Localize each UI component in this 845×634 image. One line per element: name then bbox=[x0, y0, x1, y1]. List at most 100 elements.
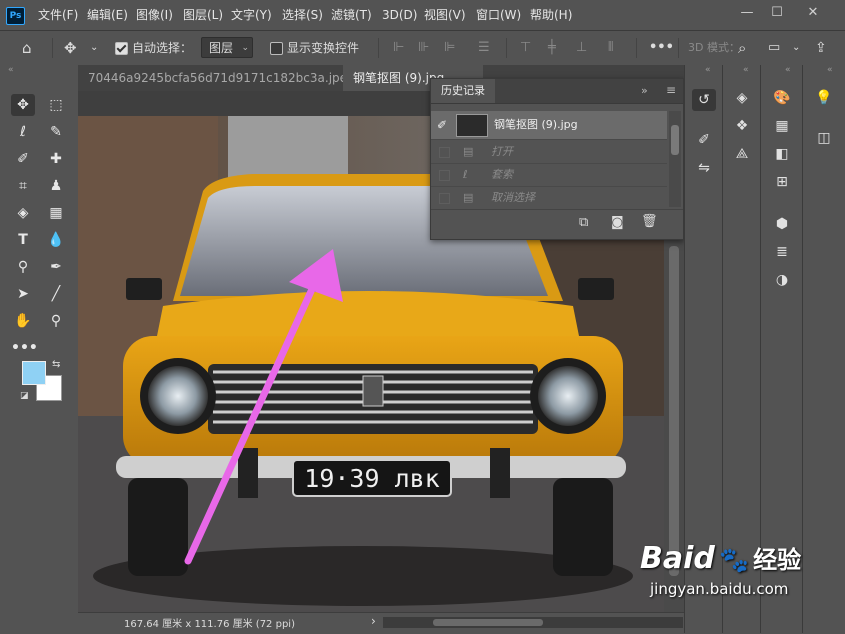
brushes-panel-icon[interactable]: ✐ bbox=[692, 129, 716, 151]
layers-panel-icon[interactable]: ◈ bbox=[730, 87, 754, 109]
align-right-icon[interactable]: ⊫ bbox=[444, 31, 455, 65]
snapshot-label: 钢笔抠图 (9).jpg bbox=[494, 118, 578, 131]
properties-panel-icon[interactable]: ≣ bbox=[770, 241, 794, 263]
3d-panel-icon[interactable]: ⬢ bbox=[770, 213, 794, 235]
align-top-icon[interactable]: ⊤ bbox=[520, 31, 531, 65]
menu-3d[interactable]: 3D(D) bbox=[382, 0, 417, 30]
marquee-tool-icon[interactable]: ⬚ bbox=[44, 94, 68, 116]
status-bar: 167.64 厘米 x 111.76 厘米 (72 ppi) › bbox=[78, 612, 684, 634]
license-plate-text: 19·39 лвк bbox=[304, 464, 439, 493]
lasso-tool-icon[interactable]: ℓ bbox=[11, 121, 35, 143]
type-tool-icon[interactable]: T bbox=[11, 229, 35, 251]
history-scrollbar[interactable] bbox=[669, 111, 681, 207]
status-menu-arrow-icon[interactable]: › bbox=[371, 614, 376, 628]
blur-tool-icon[interactable]: 💧 bbox=[44, 229, 68, 251]
brush-settings-panel-icon[interactable]: ⇋ bbox=[692, 157, 716, 179]
maximize-button[interactable]: ☐ bbox=[762, 0, 792, 26]
swap-colors-icon[interactable]: ⇆ bbox=[52, 359, 60, 370]
menu-layer[interactable]: 图层(L) bbox=[183, 0, 223, 30]
swatches-panel-icon[interactable]: ▦ bbox=[770, 115, 794, 137]
panel-menu-icon[interactable]: ≡ bbox=[666, 83, 676, 97]
tools-panel: « ✥ ⬚ ℓ ✎ ✐ ✚ ⌗ ♟ ◈ ▦ T 💧 ⚲ ✒ ➤ ╱ ✋ ⚲ ••… bbox=[0, 65, 78, 633]
home-icon[interactable]: ⌂ bbox=[22, 31, 32, 65]
show-transform-checkbox[interactable] bbox=[270, 42, 283, 55]
collapse-panel-icon[interactable]: « bbox=[705, 65, 711, 75]
history-brush-slot[interactable] bbox=[439, 170, 450, 181]
learn-panel-icon[interactable]: 💡 bbox=[812, 87, 836, 109]
menu-edit[interactable]: 编辑(E) bbox=[87, 0, 128, 30]
edit-toolbar-icon[interactable]: ••• bbox=[11, 337, 38, 359]
menu-file[interactable]: 文件(F) bbox=[38, 0, 78, 30]
history-brush-slot[interactable] bbox=[439, 193, 450, 204]
auto-select-target-dropdown[interactable]: 图层 ⌄ bbox=[201, 37, 253, 58]
collapse-panel-icon[interactable]: « bbox=[827, 65, 833, 75]
default-colors-icon[interactable]: ◪ bbox=[20, 391, 29, 401]
history-snapshot[interactable]: ✐ 钢笔抠图 (9).jpg bbox=[431, 111, 667, 140]
scrollbar-thumb[interactable] bbox=[669, 246, 679, 576]
color-panel-icon[interactable]: 🎨 bbox=[770, 87, 794, 109]
pen-tool-icon[interactable]: ✒ bbox=[44, 256, 68, 278]
history-brush-slot[interactable] bbox=[439, 147, 450, 158]
align-middle-icon[interactable]: ╪ bbox=[548, 31, 556, 65]
menu-type[interactable]: 文字(Y) bbox=[231, 0, 272, 30]
hand-tool-icon[interactable]: ✋ bbox=[11, 310, 35, 332]
menu-view[interactable]: 视图(V) bbox=[424, 0, 466, 30]
paths-panel-icon[interactable]: ⟁ bbox=[730, 143, 754, 165]
scrollbar-thumb[interactable] bbox=[433, 619, 543, 626]
libraries-panel-icon[interactable]: ◫ bbox=[812, 127, 836, 149]
close-window-button[interactable]: ✕ bbox=[798, 0, 828, 26]
crop-tool-icon[interactable]: ⌗ bbox=[11, 175, 35, 197]
collapse-panel-icon[interactable]: « bbox=[785, 65, 791, 75]
scrollbar-thumb[interactable] bbox=[671, 125, 679, 155]
history-state[interactable]: ▤ 取消选择 bbox=[431, 187, 667, 209]
history-state[interactable]: ℓ 套索 bbox=[431, 164, 667, 187]
panel-expand-icon[interactable]: » bbox=[641, 84, 648, 97]
menu-filter[interactable]: 滤镜(T) bbox=[331, 0, 372, 30]
minimize-button[interactable]: — bbox=[732, 0, 762, 26]
collapse-toolbar-icon[interactable]: « bbox=[8, 65, 14, 75]
adjustments-panel-icon[interactable]: ◑ bbox=[770, 269, 794, 291]
tab-document-1[interactable]: 70446a9245bcfa56d71d9171c182bc3a.jpeg× bbox=[78, 65, 383, 91]
history-panel-icon[interactable]: ↺ bbox=[692, 89, 716, 111]
eyedropper-tool-icon[interactable]: ✎ bbox=[44, 121, 68, 143]
new-document-from-state-icon[interactable]: ⧉ bbox=[579, 215, 588, 230]
align-left-icon[interactable]: ⊩ bbox=[393, 31, 404, 65]
panel-strip-4: « 💡 ◫ bbox=[802, 65, 845, 633]
move-tool-icon[interactable]: ✥ bbox=[64, 31, 77, 65]
menu-select[interactable]: 选择(S) bbox=[282, 0, 323, 30]
history-state[interactable]: ▤ 打开 bbox=[431, 141, 667, 164]
chevron-down-icon[interactable]: ⌄ bbox=[90, 31, 98, 65]
zoom-tool-icon[interactable]: ⚲ bbox=[44, 310, 68, 332]
brush-tool-icon[interactable]: ✐ bbox=[11, 148, 35, 170]
gradients-panel-icon[interactable]: ◧ bbox=[770, 143, 794, 165]
menu-help[interactable]: 帮助(H) bbox=[530, 0, 572, 30]
tab-history[interactable]: 历史记录 bbox=[431, 79, 495, 103]
channels-panel-icon[interactable]: ❖ bbox=[730, 115, 754, 137]
menu-image[interactable]: 图像(I) bbox=[136, 0, 173, 30]
healing-tool-icon[interactable]: ✚ bbox=[44, 148, 68, 170]
distribute-icon[interactable]: ☰ bbox=[478, 31, 490, 65]
distribute-vertical-icon[interactable]: ⫴ bbox=[608, 31, 613, 65]
eraser-tool-icon[interactable]: ◈ bbox=[11, 202, 35, 224]
line-tool-icon[interactable]: ╱ bbox=[44, 283, 68, 305]
dodge-tool-icon[interactable]: ⚲ bbox=[11, 256, 35, 278]
trash-icon[interactable]: 🗑 bbox=[641, 214, 658, 229]
foreground-color-swatch[interactable] bbox=[22, 361, 46, 385]
patterns-panel-icon[interactable]: ⊞ bbox=[770, 171, 794, 193]
share-icon[interactable]: ⇪ bbox=[815, 31, 827, 65]
horizontal-scrollbar[interactable] bbox=[383, 617, 683, 628]
workspace-icon[interactable]: ▭ bbox=[768, 31, 780, 65]
align-bottom-icon[interactable]: ⊥ bbox=[576, 31, 587, 65]
search-icon[interactable]: ⌕ bbox=[738, 31, 746, 65]
auto-select-checkbox[interactable] bbox=[115, 42, 128, 55]
path-selection-tool-icon[interactable]: ➤ bbox=[11, 283, 35, 305]
collapse-panel-icon[interactable]: « bbox=[743, 65, 749, 75]
gradient-tool-icon[interactable]: ▦ bbox=[44, 202, 68, 224]
camera-icon[interactable]: ◙ bbox=[611, 215, 624, 230]
move-tool-icon[interactable]: ✥ bbox=[11, 94, 35, 116]
stamp-tool-icon[interactable]: ♟ bbox=[44, 175, 68, 197]
chevron-down-icon[interactable]: ⌄ bbox=[792, 31, 800, 65]
align-center-icon[interactable]: ⊪ bbox=[418, 31, 429, 65]
more-options-button[interactable]: ••• bbox=[649, 31, 674, 65]
menu-window[interactable]: 窗口(W) bbox=[476, 0, 521, 30]
